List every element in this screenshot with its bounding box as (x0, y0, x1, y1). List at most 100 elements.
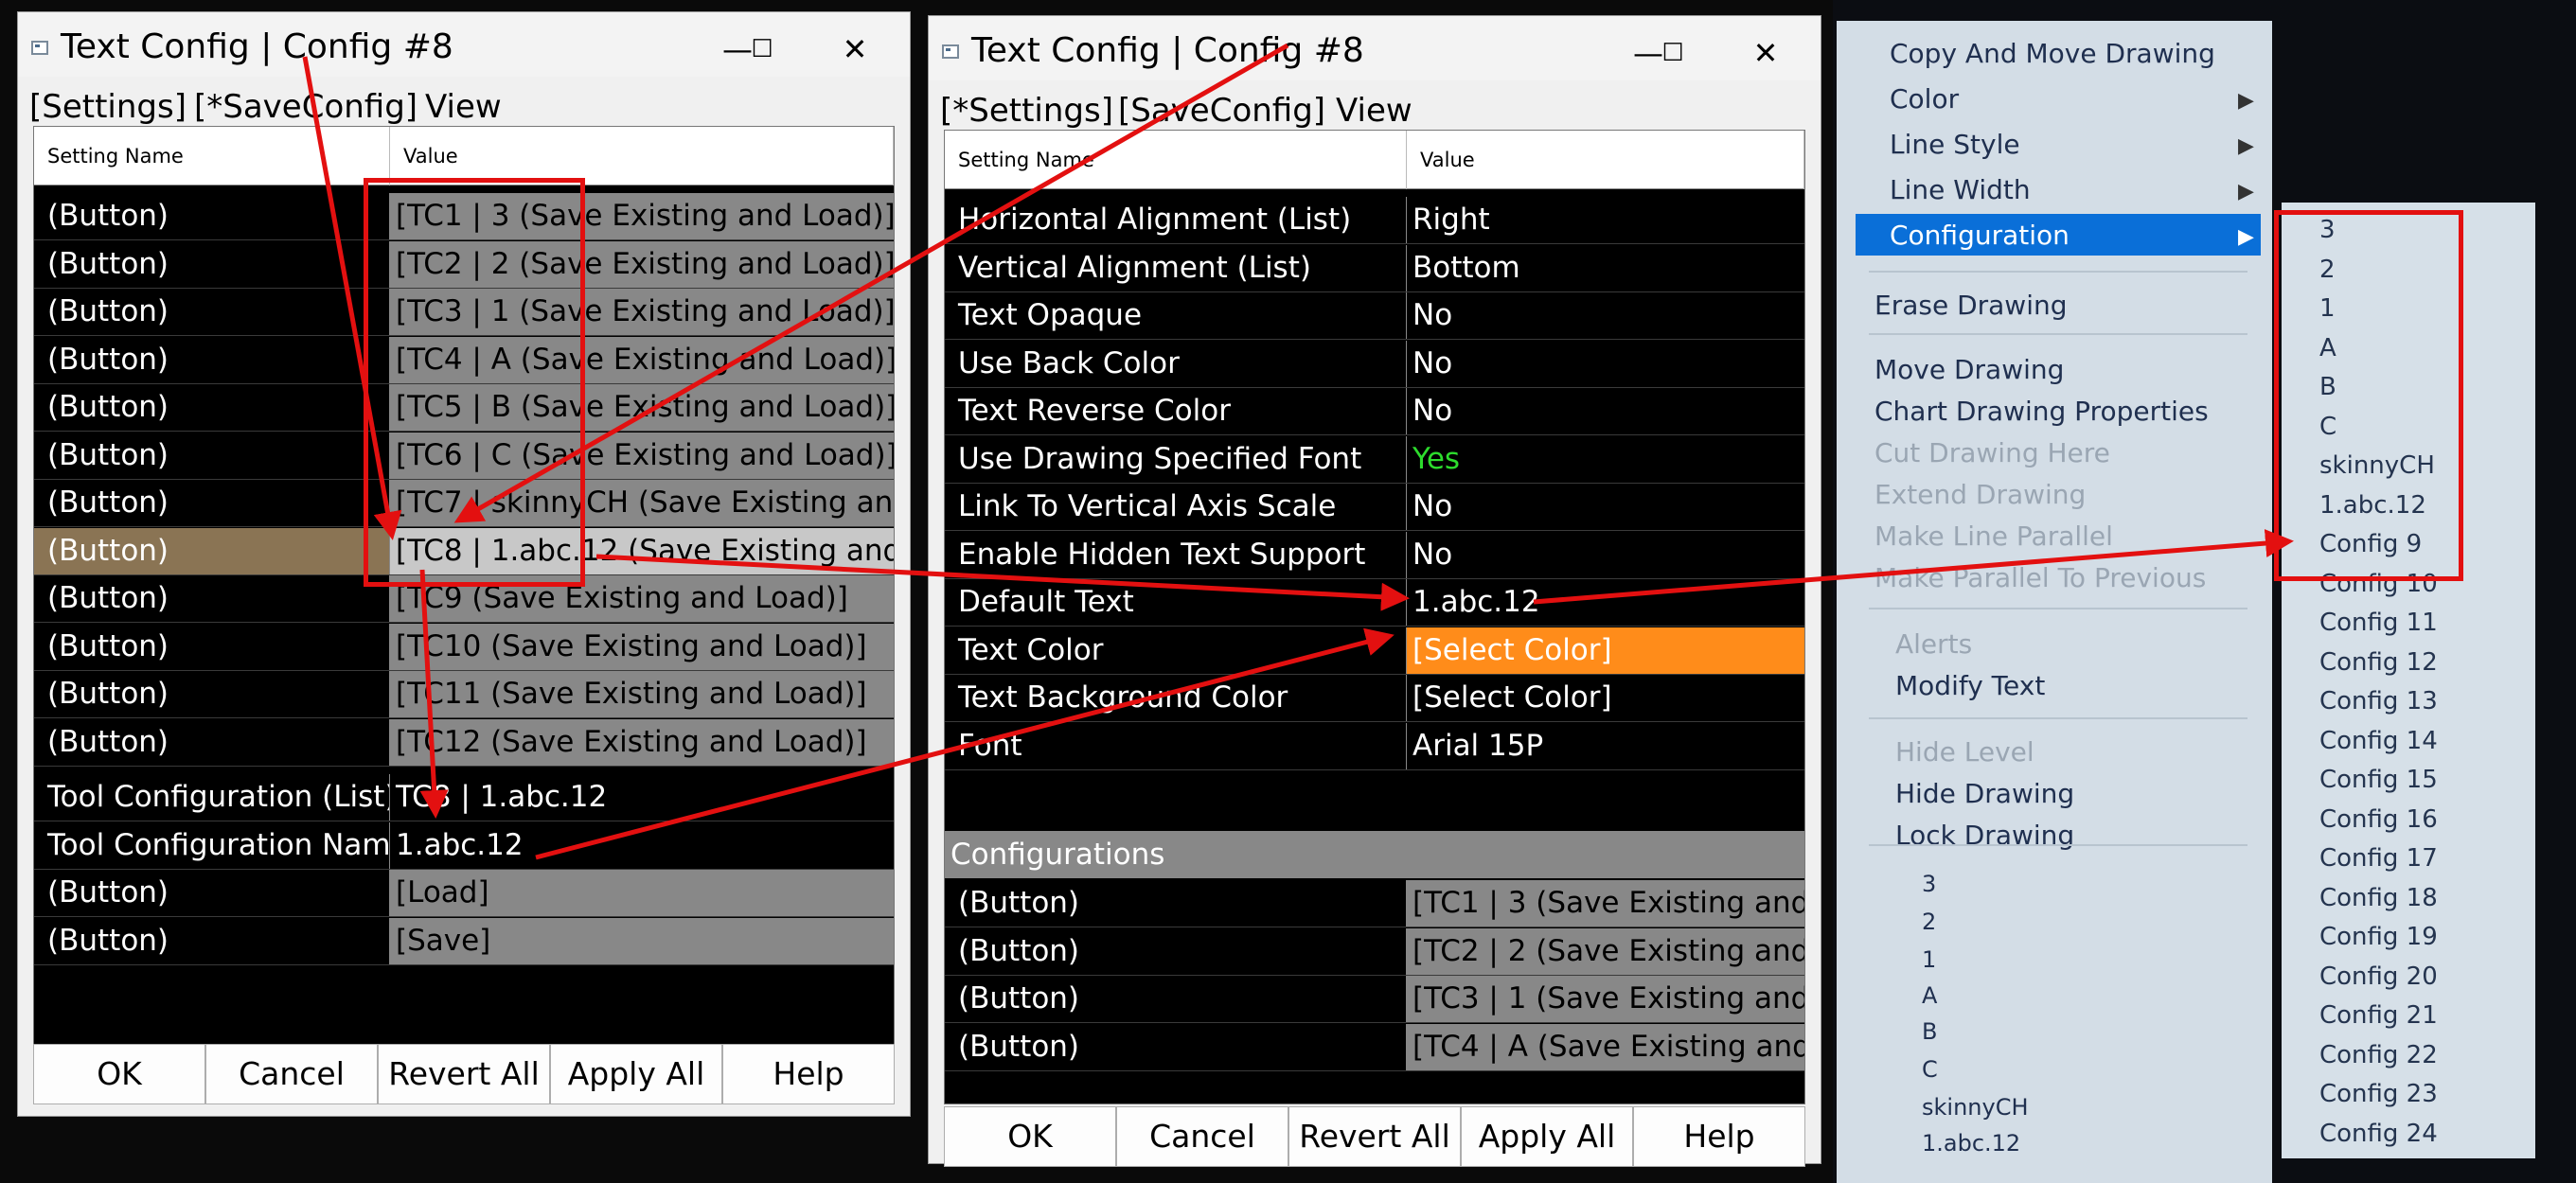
setting-value-cell[interactable]: [TC12 (Save Existing and Load)] (390, 718, 894, 766)
submenu-item[interactable]: 1 (2319, 294, 2336, 323)
config-action-row[interactable]: (Button) [Save] (34, 917, 894, 965)
submenu-item[interactable]: Config 11 (2319, 609, 2438, 637)
submenu-item[interactable]: skinnyCH (2319, 451, 2435, 480)
context-menu-item[interactable]: skinnyCH (1922, 1094, 2029, 1121)
context-menu-item[interactable]: Move Drawing (1874, 354, 2064, 385)
setting-value-cell[interactable]: [Load] (390, 870, 894, 916)
setting-value-cell[interactable]: [TC3 | 1 (Save Existing and Load)] (390, 289, 894, 335)
context-menu-item[interactable]: 1 (1922, 946, 1936, 973)
setting-value-cell[interactable]: [TC8 | 1.abc.12 (Save Existing and Load)… (390, 527, 894, 574)
setting-value-cell[interactable]: [TC10 (Save Existing and Load)] (390, 623, 894, 670)
setting-value-cell[interactable]: [TC3 | 1 (Save Existing and Load)] (1407, 976, 1804, 1022)
title-bar[interactable]: Text Config | Config #8 — ☐ ✕ (929, 16, 1821, 80)
config-button-row[interactable]: (Button)[TC3 | 1 (Save Existing and Load… (945, 976, 1804, 1023)
setting-value-cell[interactable]: [TC1 | 3 (Save Existing and Load)] (390, 193, 894, 239)
config-button-row[interactable]: (Button) [TC11 (Save Existing and Load)] (34, 671, 894, 718)
menu-save-config[interactable]: [SaveConfig] (1118, 92, 1325, 130)
maximize-icon[interactable]: ☐ (1644, 29, 1701, 77)
submenu-item[interactable]: Config 17 (2319, 844, 2438, 873)
setting-value-cell[interactable]: [TC2 | 2 (Save Existing and Load)] (1407, 927, 1804, 975)
context-menu-item[interactable]: A (1922, 982, 1937, 1009)
setting-row[interactable]: Font Arial 15P (945, 722, 1804, 770)
submenu-item[interactable]: B (2319, 373, 2336, 401)
submenu-item[interactable]: C (2319, 413, 2336, 441)
setting-value-cell[interactable]: Bottom (1407, 245, 1804, 291)
config-button-row[interactable]: (Button) [TC6 | C (Save Existing and Load… (34, 432, 894, 480)
setting-value-cell[interactable]: [TC1 | 3 (Save Existing and Load)] (1407, 880, 1804, 927)
ok-button[interactable]: OK (33, 1044, 205, 1104)
config-button-row[interactable]: (Button)[TC2 | 2 (Save Existing and Load… (945, 927, 1804, 976)
setting-value-cell[interactable]: [TC6 | C (Save Existing and Load)] (390, 432, 894, 479)
setting-row[interactable]: Text Color [Select Color] (945, 627, 1804, 675)
setting-value-cell[interactable]: [TC2 | 2 (Save Existing and Load)] (390, 240, 894, 288)
submenu-item[interactable]: Config 13 (2319, 687, 2438, 715)
setting-row[interactable]: Text Reverse Color No (945, 388, 1804, 435)
context-menu-item[interactable]: B (1922, 1018, 1937, 1045)
context-menu-item[interactable]: Modify Text (1895, 670, 2045, 701)
context-menu-item[interactable]: 3 (1922, 871, 1936, 897)
context-menu-item[interactable]: Copy And Move Drawing (1890, 38, 2215, 69)
submenu-item[interactable]: Config 12 (2319, 648, 2438, 677)
tool-configuration-name-row[interactable]: Tool Configuration Name 1.abc.12 (34, 821, 894, 870)
setting-row[interactable]: Link To Vertical Axis Scale No (945, 484, 1804, 531)
config-button-row[interactable]: (Button) [TC9 (Save Existing and Load)] (34, 575, 894, 623)
cancel-button[interactable]: Cancel (1116, 1106, 1288, 1167)
config-button-row[interactable]: (Button) [TC10 (Save Existing and Load)] (34, 623, 894, 671)
context-menu-item[interactable]: C (1922, 1056, 1938, 1083)
title-bar[interactable]: Text Config | Config #8 — ☐ ✕ (18, 12, 910, 77)
submenu-item[interactable]: Config 23 (2319, 1080, 2438, 1108)
cancel-button[interactable]: Cancel (205, 1044, 378, 1104)
submenu-item[interactable]: Config 22 (2319, 1041, 2438, 1069)
context-menu-item[interactable]: Configuration (1890, 220, 2070, 251)
help-button[interactable]: Help (1633, 1106, 1805, 1167)
setting-row[interactable]: Default Text 1.abc.12 (945, 579, 1804, 627)
submenu-item[interactable]: Config 21 (2319, 1001, 2438, 1030)
ok-button[interactable]: OK (944, 1106, 1116, 1167)
configurations-section-header[interactable]: Configurations (945, 831, 1804, 878)
config-button-row[interactable]: (Button)[TC2 | 2 (Save Existing and Load… (34, 240, 894, 289)
setting-value-cell[interactable]: [Select Color] (1407, 675, 1804, 721)
revert-all-button[interactable]: Revert All (378, 1044, 550, 1104)
setting-value-cell[interactable]: 1.abc.12 (390, 822, 894, 869)
setting-value-cell[interactable]: 1.abc.12 (1407, 579, 1804, 626)
context-menu-item[interactable]: Hide Drawing (1895, 778, 2074, 809)
setting-row[interactable]: Use Drawing Specified Font Yes (945, 435, 1804, 484)
setting-row[interactable]: Text Background Color [Select Color] (945, 675, 1804, 722)
submenu-item[interactable]: 1.abc.12 (2319, 491, 2426, 520)
menu-view[interactable]: View (1336, 92, 1412, 130)
submenu-item[interactable]: Config 18 (2319, 884, 2438, 912)
maximize-icon[interactable]: ☐ (734, 26, 791, 73)
apply-all-button[interactable]: Apply All (1461, 1106, 1633, 1167)
menu-settings[interactable]: [*Settings] (940, 92, 1113, 130)
context-menu-item[interactable]: Color (1890, 83, 1959, 115)
tool-configuration-list-row[interactable]: Tool Configuration (List) TC8 | 1.abc.12 (34, 774, 894, 821)
submenu-item[interactable]: Config 16 (2319, 805, 2438, 834)
context-menu-item[interactable]: Line Width (1890, 174, 2031, 205)
column-value[interactable]: Value (1407, 131, 1804, 189)
setting-value-cell[interactable]: Yes (1407, 436, 1804, 483)
setting-value-cell[interactable]: Right (1407, 197, 1804, 243)
close-icon[interactable]: ✕ (826, 26, 883, 73)
submenu-item[interactable]: Config 15 (2319, 766, 2438, 794)
setting-value-cell[interactable]: No (1407, 532, 1804, 578)
setting-row[interactable]: Vertical Alignment (List) Bottom (945, 244, 1804, 292)
help-button[interactable]: Help (722, 1044, 895, 1104)
context-menu-item[interactable]: Lock Drawing (1895, 820, 2074, 851)
column-setting-name[interactable]: Setting Name (945, 131, 1407, 189)
setting-value-cell[interactable]: [TC4 | A (Save Existing and Load)] (390, 336, 894, 383)
context-menu-item[interactable]: 1.abc.12 (1922, 1130, 2020, 1157)
setting-value-cell[interactable]: No (1407, 292, 1804, 339)
config-button-row[interactable]: (Button)[TC1 | 3 (Save Existing and Load… (34, 193, 894, 240)
close-icon[interactable]: ✕ (1737, 29, 1794, 77)
menu-view[interactable]: View (425, 88, 502, 126)
setting-value-cell[interactable]: [TC9 (Save Existing and Load)] (390, 575, 894, 622)
setting-value-cell[interactable]: Arial 15P (1407, 723, 1804, 769)
config-button-row[interactable]: (Button) [TC7 | skinnyCH (Save Existing a… (34, 480, 894, 527)
context-menu-item[interactable]: Line Style (1890, 129, 2020, 160)
setting-value-cell[interactable]: [TC4 | A (Save Existing and Load)] (1407, 1023, 1804, 1070)
menu-settings[interactable]: [Settings] (29, 88, 187, 126)
config-button-row[interactable]: (Button)[TC4 | A (Save Existing and Load… (945, 1023, 1804, 1071)
column-value[interactable]: Value (390, 127, 894, 185)
setting-value-cell[interactable]: [TC7 | skinnyCH (Save Existing and Load)… (390, 480, 894, 526)
setting-value-cell[interactable]: [TC11 (Save Existing and Load)] (390, 671, 894, 717)
